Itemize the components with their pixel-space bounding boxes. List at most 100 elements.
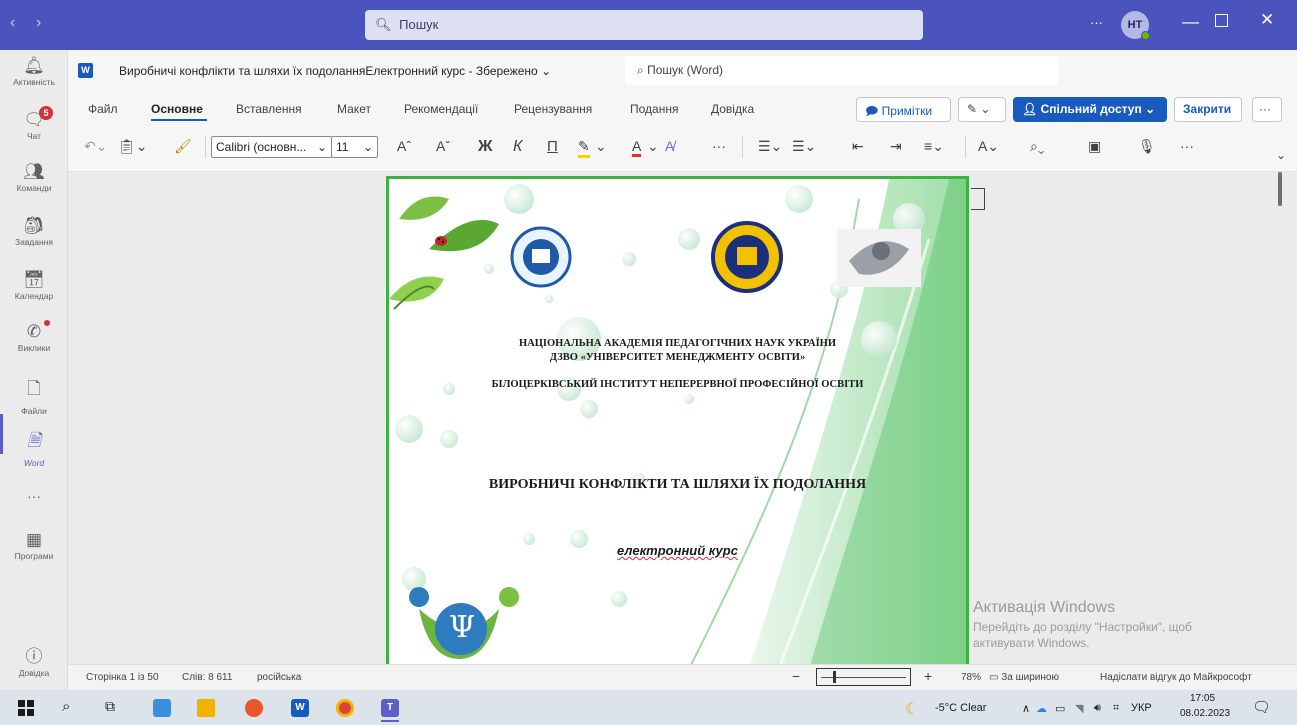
bold-button[interactable]: Ж — [478, 138, 492, 156]
vertical-scrollbar[interactable] — [1276, 172, 1284, 664]
back-arrow-icon[interactable]: ‹ — [10, 14, 15, 32]
tray-chevron-up-icon[interactable]: ∧ — [1022, 702, 1030, 715]
dictate-icon[interactable]: 🎙︎ — [1138, 138, 1156, 155]
more-font-options-icon[interactable]: ··· — [712, 138, 726, 154]
word-taskbar-icon[interactable]: W — [291, 699, 309, 717]
zoom-slider-thumb[interactable] — [833, 671, 836, 683]
find-icon[interactable]: ⌕⌄ — [1030, 138, 1044, 155]
styles-icon[interactable]: A⌄ — [978, 138, 999, 155]
tab-review[interactable]: Рецензування — [514, 102, 592, 116]
ribbon-expand-chevron-icon[interactable]: ⌄ — [1276, 148, 1286, 162]
zoom-slider[interactable] — [816, 668, 911, 686]
zoom-out-button[interactable]: − — [792, 668, 800, 684]
send-feedback-link[interactable]: Надіслати відгук до Майкрософт — [1100, 672, 1252, 683]
word-icon: 🗎︎ — [27, 431, 41, 450]
clock-time[interactable]: 17:05 — [1190, 693, 1215, 704]
firefox-icon[interactable] — [245, 699, 263, 717]
minimize-icon[interactable]: — — [1182, 12, 1199, 32]
maximize-icon[interactable] — [1215, 14, 1228, 27]
windows-activation-watermark: Активація Windows Перейдіть до розділу "… — [973, 599, 1192, 651]
teams-search-input[interactable]: 🔍︎ Пошук — [365, 10, 923, 40]
notifications-icon[interactable]: 🗨︎ — [1252, 698, 1271, 716]
decrease-indent-icon[interactable]: ⇤ — [852, 138, 864, 155]
rail-item-apps[interactable]: ▦ Програми — [0, 530, 68, 561]
tab-insert[interactable]: Вставлення — [236, 102, 302, 116]
rail-item-word[interactable]: 🗎︎ Word — [0, 428, 68, 468]
tab-references[interactable]: Рекомендації — [404, 102, 478, 116]
file-explorer-icon[interactable] — [197, 699, 215, 717]
task-view-icon[interactable]: ⧉ — [105, 698, 115, 715]
input-method-icon[interactable]: ⌗ — [1113, 702, 1119, 715]
increase-indent-icon[interactable]: ⇥ — [890, 138, 902, 155]
italic-button[interactable]: К — [513, 138, 522, 156]
clear-formatting-icon[interactable]: A̸ — [665, 138, 674, 154]
document-page[interactable]: НАЦІОНАЛЬНА АКАДЕМІЯ ПЕДАГОГІЧНИХ НАУК У… — [386, 176, 969, 666]
volume-icon[interactable]: 🔊︎ — [1094, 702, 1101, 715]
editing-mode-button[interactable]: ✎ ⌄ — [958, 97, 1006, 122]
word-search-input[interactable]: ⌕ Пошук (Word) — [625, 56, 1058, 85]
close-document-button[interactable]: Закрити — [1174, 97, 1242, 122]
rail-item-calls[interactable]: ✆ Виклики — [0, 320, 68, 353]
numbering-icon[interactable]: ☰⌄ — [792, 138, 816, 155]
rail-item-help[interactable]: ⓘ Довідка — [0, 642, 68, 678]
grow-font-icon[interactable]: Aˆ — [397, 138, 411, 154]
word-count[interactable]: Слів: 8 611 — [182, 672, 232, 683]
tab-help[interactable]: Довідка — [711, 102, 754, 116]
share-button[interactable]: 👤︎ Спільний доступ ⌄ — [1013, 97, 1167, 122]
tab-view[interactable]: Подання — [630, 102, 678, 116]
align-icon[interactable]: ≡⌄ — [924, 138, 944, 155]
shrink-font-icon[interactable]: Aˇ — [436, 138, 450, 154]
onedrive-icon[interactable]: ☁ — [1036, 702, 1047, 715]
header-more-button[interactable]: ··· — [1252, 97, 1282, 122]
rail-item-more[interactable]: ··· — [0, 488, 68, 504]
org-line-university: ДЗВО «УНІВЕРСИТЕТ МЕНЕДЖМЕНТУ ОСВІТИ» — [549, 352, 806, 363]
chevron-down-icon[interactable]: ⌄ — [647, 138, 659, 155]
underline-button[interactable]: П — [547, 138, 558, 155]
editor-icon[interactable]: ▣ — [1088, 138, 1101, 155]
format-painter-icon[interactable]: 🖌︎ — [174, 138, 192, 155]
chrome-icon[interactable] — [336, 699, 354, 717]
keyboard-language[interactable]: УКР — [1131, 702, 1152, 714]
more-options-button[interactable]: ··· — [1090, 15, 1103, 30]
windows-start-icon[interactable] — [18, 700, 34, 716]
tab-home[interactable]: Основне — [151, 102, 203, 116]
comments-button[interactable]: 🗩︎ Примітки — [856, 97, 951, 122]
tab-layout[interactable]: Макет — [337, 102, 371, 116]
scrollbar-thumb[interactable] — [1278, 172, 1282, 206]
forward-arrow-icon[interactable]: › — [36, 14, 41, 32]
rail-item-assignments[interactable]: 🎒︎ Завдання — [0, 216, 68, 247]
tab-file[interactable]: Файл — [88, 102, 118, 116]
missed-call-dot — [44, 320, 50, 326]
ribbon-more-icon[interactable]: ··· — [1180, 138, 1194, 154]
font-color-icon[interactable]: A — [632, 138, 642, 157]
document-title[interactable]: Виробничі конфлікти та шляхи їх подоланн… — [119, 64, 551, 78]
paste-icon[interactable]: 📋︎⌄ — [118, 138, 148, 155]
chevron-down-icon[interactable]: ⌄ — [595, 138, 607, 155]
network-icon[interactable]: ▭ — [1055, 702, 1065, 715]
page-count[interactable]: Сторінка 1 із 50 — [86, 672, 159, 683]
wifi-icon[interactable]: ◥ — [1075, 702, 1083, 715]
font-size-select[interactable]: 11 ⌄ — [331, 136, 378, 158]
rail-item-calendar[interactable]: 📅︎ Календар — [0, 270, 68, 301]
clock-date[interactable]: 08.02.2023 — [1180, 708, 1230, 719]
undo-icon[interactable]: ↶⌄ — [84, 138, 107, 155]
zoom-in-button[interactable]: + — [924, 668, 932, 684]
teams-taskbar-icon[interactable]: T — [381, 699, 399, 717]
language-indicator[interactable]: російська — [257, 672, 301, 683]
highlight-icon[interactable]: ✎ — [578, 138, 590, 158]
rail-item-chat[interactable]: 🗨︎ Чат 5 — [0, 106, 68, 141]
zoom-level[interactable]: 78% — [961, 672, 981, 683]
rail-item-teams[interactable]: 👥︎ Команди — [0, 162, 68, 193]
rail-item-activity[interactable]: 🔔︎ Активність — [0, 56, 68, 87]
page-background-art — [389, 179, 966, 666]
bullets-icon[interactable]: ☰⌄ — [758, 138, 782, 155]
rail-item-label: Виклики — [17, 343, 51, 353]
taskbar-search-icon[interactable]: ⌕ — [62, 698, 70, 715]
fit-width-button[interactable]: ▭ За шириною — [989, 672, 1059, 683]
weather-text[interactable]: -5°C Clear — [935, 702, 986, 714]
font-name-select[interactable]: Calibri (основн... ⌄ — [211, 136, 332, 158]
rail-item-files[interactable]: 🗋︎ Файли — [0, 376, 68, 416]
close-window-icon[interactable]: ✕ — [1260, 10, 1274, 30]
taskbar-app-icon[interactable] — [153, 699, 171, 717]
org-line-institute: БІЛОЦЕРКІВСЬКИЙ ІНСТИТУТ НЕПЕРЕРВНОЇ ПРО… — [491, 379, 864, 390]
